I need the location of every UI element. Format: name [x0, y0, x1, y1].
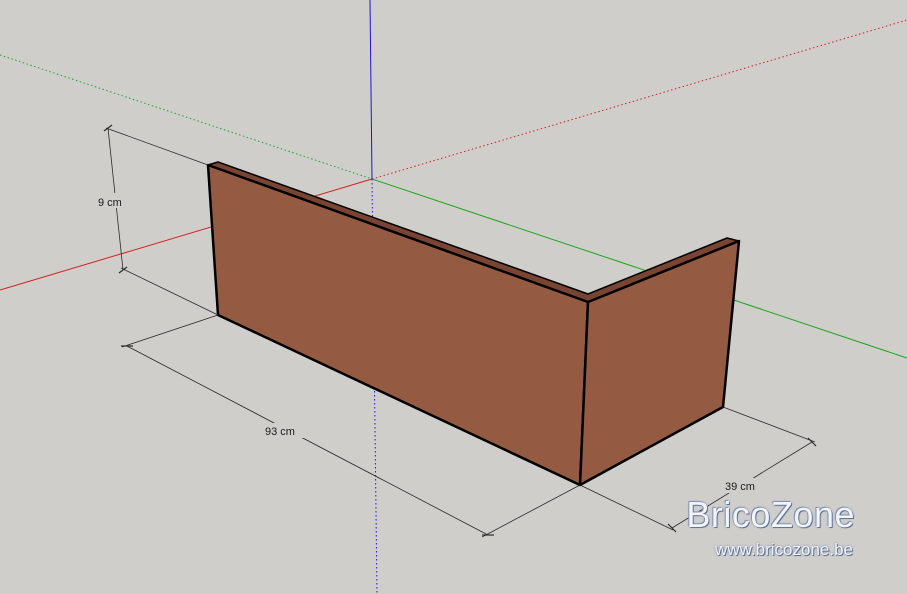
dimension-label-width: 39 cm	[725, 481, 755, 493]
sketchup-viewport[interactable]: 9 cm 93 cm 39 cm BricoZone www.bricozone…	[0, 0, 907, 594]
extension-line	[481, 484, 581, 538]
dimension-label-height: 9 cm	[98, 197, 122, 209]
brick-side-face[interactable]	[578, 239, 741, 487]
dimension-height[interactable]: 9 cm	[96, 124, 219, 316]
extension-line	[579, 484, 674, 531]
green-axis-dotted	[0, 54, 373, 180]
extension-line	[121, 314, 219, 348]
blue-axis-solid	[369, 0, 373, 180]
extension-line	[120, 267, 219, 316]
extension-line	[105, 127, 209, 166]
dimension-label-length: 93 cm	[265, 426, 295, 438]
extension-line	[722, 406, 816, 443]
red-axis-dotted	[371, 19, 907, 180]
watermark-url: www.bricozone.be	[715, 540, 853, 559]
watermark-name: BricoZone	[686, 494, 855, 535]
